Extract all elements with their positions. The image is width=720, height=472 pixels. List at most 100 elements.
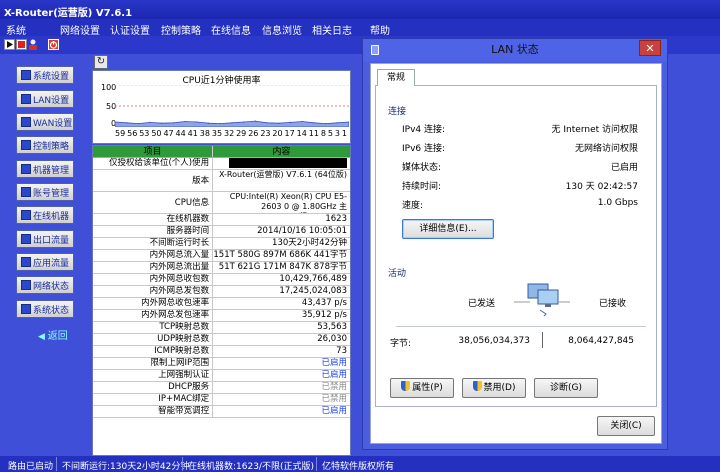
menu-network-settings[interactable]: 网络设置 [60, 22, 100, 37]
menu-control-policy[interactable]: 控制策略 [161, 22, 201, 37]
duration-value: 130 天 02:42:57 [565, 182, 638, 192]
sidebar-item-outbound-traffic[interactable]: 出口流量 [16, 230, 74, 248]
menu-help[interactable]: 帮助 [370, 22, 390, 37]
app-title: X-Router(运营版) V7.6.1 [4, 8, 133, 19]
details-button[interactable]: 详细信息(E)... [402, 219, 494, 239]
status-router-started: 路由已启动 [8, 462, 54, 472]
sidebar-item-wan-settings[interactable]: WAN设置 [16, 113, 74, 131]
sidebar-item-machine-management[interactable]: 机器管理 [16, 160, 74, 178]
data-point [149, 121, 151, 123]
ipv4-label: IPv4 连接: [402, 125, 446, 135]
row-label: TCP映射总数 [93, 322, 214, 333]
account-icon [21, 187, 31, 197]
app-title-bar: X-Router(运营版) V7.6.1 [0, 0, 720, 20]
computer-icon [21, 164, 31, 174]
menu-bar: 系统 网络设置 认证设置 控制策略 在线信息 信息浏览 相关日志 帮助 [0, 20, 720, 37]
x-tick-label: 23 [260, 129, 271, 138]
row-value: X-Router(运营版) V7.6.1 (64位版) [218, 170, 347, 179]
duration-label: 持续时间: [402, 182, 442, 192]
data-point [184, 120, 186, 123]
data-point [289, 121, 292, 123]
row-label: 限制上网IP范围 [93, 358, 214, 369]
menu-auth-settings[interactable]: 认证设置 [110, 22, 150, 37]
x-tick-label: 14 [296, 129, 307, 138]
row-value: CPU:Intel(R) Xeon(R) CPU E5-2603 0 @ 1.8… [229, 192, 347, 213]
play-icon[interactable] [4, 39, 15, 50]
sidebar-item-network-status[interactable]: 网络状态 [16, 276, 74, 294]
row-value: 43,437 p/s [301, 298, 347, 308]
sidebar-item-system-settings[interactable]: 系统设置 [16, 66, 74, 84]
tab-pane-general: 连接 IPv4 连接: 无 Internet 访问权限 IPv6 连接: 无网络… [375, 85, 657, 407]
row-label: 内外网总流入量 [93, 250, 214, 261]
user-icon[interactable] [28, 39, 39, 50]
lan-status-dialog: LAN 状态 ✕ 常规 连接 IPv4 连接: 无 Internet 访问权限 … [362, 38, 668, 450]
sidebar-item-app-traffic[interactable]: 应用流量 [16, 253, 74, 271]
x-tick-label: 53 [139, 129, 150, 138]
sidebar-item-system-status[interactable]: 系统状态 [16, 300, 74, 318]
x-tick-label: 47 [163, 129, 174, 138]
data-point [126, 122, 128, 124]
row-value: 17,245,024,083 [279, 286, 347, 296]
shield-icon [472, 381, 482, 391]
data-point [243, 121, 245, 123]
info-table: 项目 内容 仅授权给该单位(个人)使用 版本 X-Router(运营版) V7.6.… [92, 145, 351, 456]
table-row: 智能带宽调控 已启用 [93, 406, 350, 418]
x-tick-label: 50 [151, 129, 162, 138]
properties-button[interactable]: 属性(P) [390, 378, 454, 398]
row-value: 73 [336, 346, 347, 356]
tab-general[interactable]: 常规 [377, 69, 415, 86]
row-value: 已禁用 [321, 394, 347, 404]
media-state-label: 媒体状态: [402, 163, 442, 173]
back-arrow-icon: ◀ [38, 332, 48, 342]
wan-icon [21, 117, 31, 127]
row-label: CPU信息 [93, 192, 214, 213]
cpu-usage-chart: CPU近1分钟使用率 100 50 0 59 56 53 50 47 44 41 38 35 32… [92, 70, 351, 144]
column-header-content: 内容 [272, 147, 291, 157]
diagnose-button[interactable]: 诊断(G) [534, 378, 598, 398]
back-link[interactable]: ◀ 返回 [38, 327, 68, 342]
row-label: UDP映射总数 [93, 334, 214, 345]
row-value: 1623 [325, 214, 347, 224]
row-label: 内外网总收包数 [93, 274, 214, 285]
table-row: 仅授权给该单位(个人)使用 [93, 158, 350, 170]
data-point [266, 122, 268, 124]
row-label: 服务器时间 [93, 226, 214, 237]
row-label: 不间断运行时长 [93, 238, 214, 249]
dialog-body: 常规 连接 IPv4 连接: 无 Internet 访问权限 IPv6 连接: … [370, 63, 662, 444]
row-label: 仅授权给该单位(个人)使用 [93, 158, 214, 169]
row-label: 上网强制认证 [93, 370, 214, 381]
row-value: 151T 580G 897M 686K 441字节 [213, 250, 347, 260]
menu-logs[interactable]: 相关日志 [312, 22, 352, 37]
data-point [161, 122, 163, 124]
close-icon[interactable]: ✕ [639, 40, 661, 56]
network-activity-icon [512, 280, 572, 320]
table-row: 内外网总流出量 51T 621G 171M 847K 878字节 [93, 262, 350, 274]
refresh-icon[interactable]: ↻ [94, 55, 108, 69]
close-button[interactable]: 关闭(C) [597, 416, 655, 436]
x-tick-label: 26 [248, 129, 259, 138]
x-tick-label: 29 [236, 129, 247, 138]
power-icon[interactable] [48, 39, 59, 50]
menu-online-info[interactable]: 在线信息 [211, 22, 251, 37]
row-label: 内外网总发包数 [93, 286, 214, 297]
sidebar-item-account-management[interactable]: 账号管理 [16, 183, 74, 201]
row-value: 已启用 [321, 370, 347, 380]
table-row: 内外网总流入量 151T 580G 897M 686K 441字节 [93, 250, 350, 262]
sidebar-item-lan-settings[interactable]: LAN设置 [16, 90, 74, 108]
stop-icon[interactable] [16, 39, 27, 50]
menu-system[interactable]: 系统 [6, 22, 26, 37]
status-copyright: 亿特软件版权所有 [322, 462, 395, 472]
menu-info-browse[interactable]: 信息浏览 [262, 22, 302, 37]
table-row: 内外网总收包速率 43,437 p/s [93, 298, 350, 310]
chart-plot-area [115, 85, 349, 127]
sidebar-item-online-machines[interactable]: 在线机器 [16, 206, 74, 224]
network-adapter-icon [371, 45, 379, 55]
data-point [325, 123, 327, 125]
sidebar-item-control-policy[interactable]: 控制策略 [16, 136, 74, 154]
table-row: 版本 X-Router(运营版) V7.6.1 (64位版) [93, 170, 350, 192]
network-status-icon [21, 280, 31, 290]
x-tick-label: 3 [334, 129, 340, 138]
table-row: 服务器时间 2014/10/16 10:05:01 [93, 226, 350, 238]
ipv6-value: 无网络访问权限 [574, 144, 638, 154]
disable-button[interactable]: 禁用(D) [462, 378, 526, 398]
